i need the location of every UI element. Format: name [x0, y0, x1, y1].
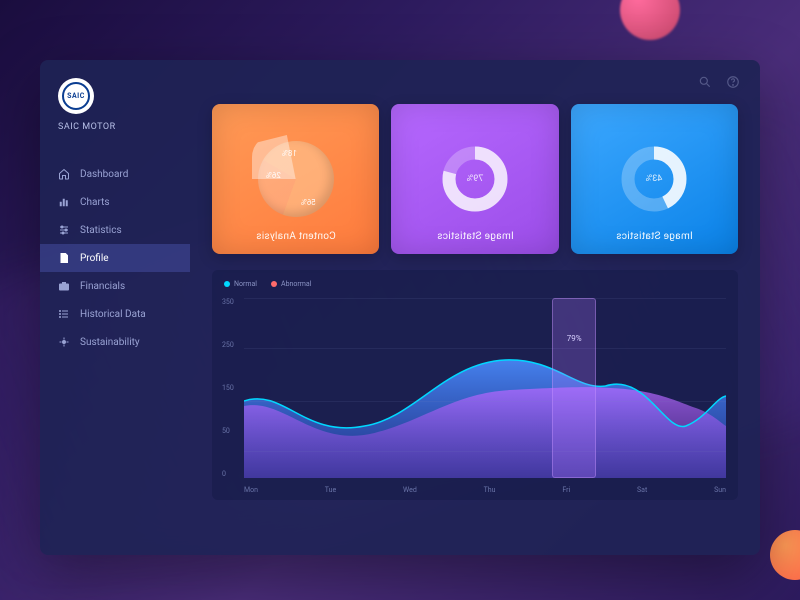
y-tick: 0 [222, 470, 234, 478]
donut-value: 79% [467, 174, 484, 184]
chart-highlight[interactable]: 79% [552, 298, 595, 478]
legend-label: Abnormal [281, 280, 311, 288]
plot-area: 79% [244, 298, 726, 478]
bars-icon [58, 196, 70, 208]
sidebar-item-label: Profile [80, 253, 109, 264]
x-axis: Mon Tue Wed Thu Fri Sat Sun [244, 486, 726, 494]
stat-cards: 18% 26% 56% Content Analysis 79% Image S… [212, 104, 738, 254]
y-axis: 350 250 150 50 0 [222, 298, 234, 478]
help-icon[interactable] [726, 74, 740, 93]
home-icon [58, 168, 70, 180]
sidebar-item-sustainability[interactable]: Sustainability [40, 328, 190, 356]
sidebar-item-statistics[interactable]: Statistics [40, 216, 190, 244]
highlight-value: 79% [567, 334, 582, 343]
card-title: Image Statistics [616, 231, 693, 242]
briefcase-icon [58, 280, 70, 292]
pie-chart: 18% 26% 56% [258, 141, 334, 217]
donut-value: 43% [646, 174, 663, 184]
brand-logo: SAIC [58, 78, 94, 114]
timeseries-chart: Normal Abnormal 350 250 150 50 0 [212, 270, 738, 500]
sidebar-item-label: Sustainability [80, 337, 140, 348]
dashboard-window: SAIC SAIC MOTOR Dashboard Charts Statist… [40, 60, 760, 555]
x-tick: Sun [714, 486, 726, 494]
y-tick: 150 [222, 384, 234, 392]
sliders-icon [58, 224, 70, 236]
sidebar-item-charts[interactable]: Charts [40, 188, 190, 216]
x-tick: Wed [403, 486, 417, 494]
sidebar-item-label: Financials [80, 281, 125, 292]
donut-chart: 43% [618, 143, 690, 215]
brand-logo-text: SAIC [62, 82, 90, 110]
chart-legend: Normal Abnormal [224, 280, 726, 288]
sidebar-item-profile[interactable]: Profile [40, 244, 190, 272]
donut-chart: 79% [439, 143, 511, 215]
brand-block: SAIC SAIC MOTOR [40, 78, 190, 152]
card-image-statistics-2[interactable]: 43% Image Statistics [571, 104, 738, 254]
card-content-analysis[interactable]: 18% 26% 56% Content Analysis [212, 104, 379, 254]
sustainability-icon [58, 336, 70, 348]
x-tick: Tue [325, 486, 336, 494]
sidebar-item-dashboard[interactable]: Dashboard [40, 160, 190, 188]
brand-name: SAIC MOTOR [58, 122, 172, 132]
document-icon [58, 252, 70, 264]
list-icon [58, 308, 70, 320]
sidebar: SAIC SAIC MOTOR Dashboard Charts Statist… [40, 60, 190, 555]
legend-item-normal: Normal [224, 280, 257, 288]
y-tick: 50 [222, 427, 234, 435]
pie-label: 26% [266, 171, 281, 180]
top-actions [698, 74, 740, 93]
sidebar-item-historical-data[interactable]: Historical Data [40, 300, 190, 328]
pie-label: 56% [301, 198, 316, 207]
y-tick: 250 [222, 341, 234, 349]
sidebar-nav: Dashboard Charts Statistics Profile Fina… [40, 160, 190, 356]
x-tick: Thu [484, 486, 496, 494]
x-tick: Fri [562, 486, 570, 494]
legend-label: Normal [234, 280, 257, 288]
main-content: 18% 26% 56% Content Analysis 79% Image S… [190, 60, 760, 555]
sidebar-item-label: Historical Data [80, 309, 146, 320]
x-tick: Sat [637, 486, 647, 494]
x-tick: Mon [244, 486, 258, 494]
legend-item-abnormal: Abnormal [271, 280, 311, 288]
search-icon[interactable] [698, 74, 712, 93]
pie-label: 18% [282, 149, 297, 158]
sidebar-item-label: Statistics [80, 225, 122, 236]
y-tick: 350 [222, 298, 234, 306]
sidebar-item-label: Charts [80, 197, 110, 208]
card-title: Content Analysis [256, 231, 336, 242]
legend-dot-icon [224, 281, 230, 287]
sidebar-item-financials[interactable]: Financials [40, 272, 190, 300]
card-title: Image Statistics [437, 231, 514, 242]
legend-dot-icon [271, 281, 277, 287]
card-image-statistics-1[interactable]: 79% Image Statistics [391, 104, 558, 254]
sidebar-item-label: Dashboard [80, 169, 128, 180]
